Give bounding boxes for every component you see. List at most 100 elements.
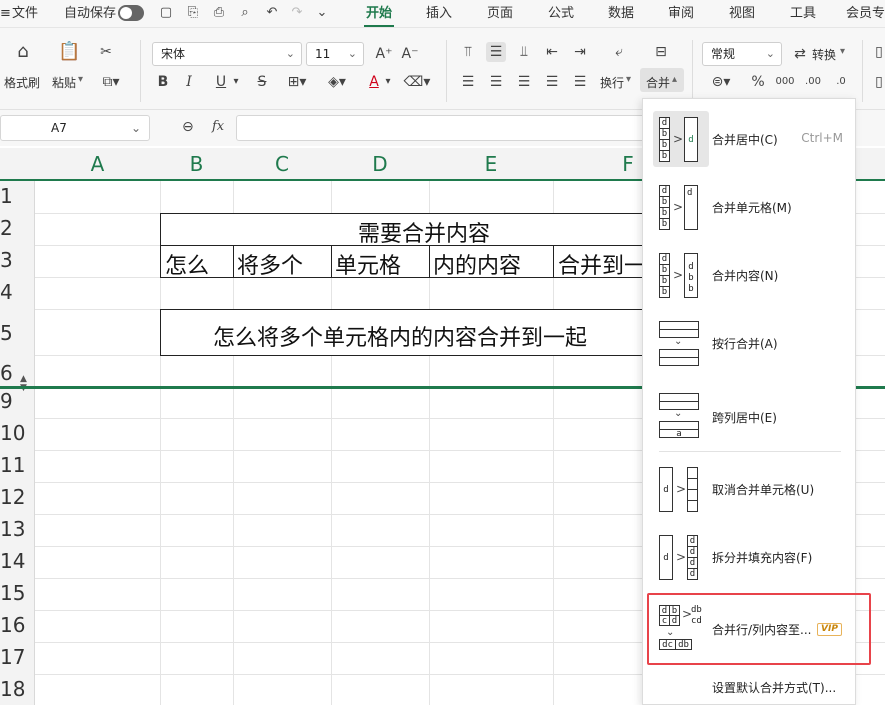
more-chevron-icon[interactable]: ⌄: [312, 3, 332, 23]
save-icon[interactable]: ▢: [156, 3, 176, 23]
column-header-d[interactable]: D: [331, 148, 429, 179]
menu-item-center-across[interactable]: ⌄ a 跨列居中(E): [643, 389, 857, 445]
tab-member[interactable]: 会员专: [846, 0, 885, 28]
row-header-1[interactable]: 1: [0, 184, 35, 208]
tab-view[interactable]: 视图: [729, 0, 755, 28]
column-header-b[interactable]: B: [160, 148, 233, 179]
underline-button[interactable]: U: [212, 72, 230, 92]
tab-review[interactable]: 审阅: [668, 0, 694, 28]
tab-formula[interactable]: 公式: [548, 0, 574, 28]
tab-home[interactable]: 开始: [363, 0, 395, 28]
justify-icon[interactable]: ☰: [542, 72, 562, 92]
menu-item-merge-center[interactable]: d b b b > d 合并居中(C) Ctrl+M: [643, 111, 857, 167]
menu-item-set-default-merge[interactable]: 设置默认合并方式(T)...: [643, 673, 857, 699]
autosave-toggle[interactable]: [118, 5, 144, 21]
tab-tools[interactable]: 工具: [790, 0, 816, 28]
row-header-3[interactable]: 3: [0, 248, 35, 272]
border-icon[interactable]: ⊞▾: [282, 72, 312, 92]
bold-button[interactable]: B: [154, 72, 172, 92]
row-header-13[interactable]: 13: [0, 517, 35, 541]
column-header-e[interactable]: E: [429, 148, 553, 179]
name-box[interactable]: A7 ⌄: [0, 115, 150, 141]
fx-icon[interactable]: fx: [212, 119, 224, 134]
menu-item-split-fill[interactable]: d > d d d d 拆分并填充内容(F): [643, 529, 857, 585]
font-color-icon[interactable]: A: [364, 72, 384, 92]
tab-data[interactable]: 数据: [608, 0, 634, 28]
font-name-select[interactable]: 宋体 ⌄: [152, 42, 302, 66]
decrease-font-icon[interactable]: A⁻: [400, 44, 420, 64]
cell-d3[interactable]: 单元格: [335, 248, 401, 280]
chevron-down-icon[interactable]: ▾: [230, 72, 242, 92]
wrap-text-button[interactable]: 换行: [600, 74, 624, 91]
format-painter-icon[interactable]: ⌂: [12, 42, 34, 62]
print-preview-icon[interactable]: ⌕: [235, 3, 255, 23]
more-icon[interactable]: ▯: [872, 72, 885, 92]
column-header-a[interactable]: A: [35, 148, 160, 179]
cell-e3[interactable]: 内的内容: [433, 248, 521, 280]
menu-icon[interactable]: ≡: [0, 0, 11, 28]
formula-input[interactable]: [236, 115, 650, 141]
cut-icon[interactable]: ✂: [96, 42, 116, 62]
cell-b5-merged[interactable]: 怎么将多个单元格内的内容合并到一起: [213, 320, 587, 352]
column-header-c[interactable]: C: [233, 148, 331, 179]
italic-button[interactable]: I: [180, 72, 198, 92]
wrap-text-icon[interactable]: ⤶: [608, 42, 630, 62]
paste-icon[interactable]: 📋: [58, 42, 80, 62]
zoom-icon[interactable]: ⊖: [182, 119, 194, 135]
chevron-down-icon[interactable]: ▾: [840, 46, 845, 57]
row-header-9[interactable]: 9: [0, 389, 35, 413]
select-all-corner[interactable]: [0, 148, 35, 179]
decrease-decimal-icon[interactable]: .0: [830, 72, 852, 92]
align-bottom-icon[interactable]: ⫫: [514, 42, 534, 62]
file-menu[interactable]: 文件: [12, 0, 38, 28]
row-header-11[interactable]: 11: [0, 453, 35, 477]
increase-font-icon[interactable]: A⁺: [374, 44, 394, 64]
align-top-icon[interactable]: ⫪: [458, 42, 478, 62]
undo-icon[interactable]: ↶: [262, 3, 282, 23]
tab-insert[interactable]: 插入: [426, 0, 452, 28]
more-icon[interactable]: ▯: [872, 42, 885, 62]
cell-b2-merged[interactable]: 需要合并内容: [358, 216, 490, 248]
format-painter-button[interactable]: 格式刷: [4, 74, 40, 91]
align-right-icon[interactable]: ☰: [514, 72, 534, 92]
strikethrough-icon[interactable]: S: [252, 72, 272, 92]
indent-decrease-icon[interactable]: ⇤: [542, 42, 562, 62]
unhide-rows-icon[interactable]: ▲▼: [20, 375, 27, 393]
thousands-icon[interactable]: 000: [774, 72, 796, 92]
convert-button[interactable]: 转换: [812, 46, 836, 63]
row-header-14[interactable]: 14: [0, 549, 35, 573]
row-header-17[interactable]: 17: [0, 645, 35, 669]
row-header-15[interactable]: 15: [0, 581, 35, 605]
row-header-18[interactable]: 18: [0, 677, 35, 701]
row-header-16[interactable]: 16: [0, 613, 35, 637]
menu-item-merge-cells[interactable]: d b b b > d 合并单元格(M): [643, 179, 857, 235]
clear-format-icon[interactable]: ⌫▾: [402, 72, 432, 92]
row-header-12[interactable]: 12: [0, 485, 35, 509]
distribute-icon[interactable]: ☰: [570, 72, 590, 92]
merge-icon[interactable]: ⊟: [650, 42, 672, 62]
merge-button[interactable]: 合并: [646, 74, 670, 91]
menu-item-unmerge[interactable]: d > 取消合并单元格(U): [643, 461, 857, 517]
cell-b3[interactable]: 怎么: [165, 248, 209, 280]
cell-f3[interactable]: 合并到一: [558, 248, 646, 280]
print-icon[interactable]: ⎙: [209, 3, 229, 23]
redo-icon[interactable]: ↷: [287, 3, 307, 23]
percent-button[interactable]: %: [748, 72, 768, 92]
paste-button[interactable]: 粘贴: [52, 74, 76, 91]
row-header-2[interactable]: 2: [0, 216, 35, 240]
row-header-10[interactable]: 10: [0, 421, 35, 445]
row-header-6[interactable]: 6: [0, 361, 35, 385]
copy-icon[interactable]: ⧉▾: [96, 72, 126, 92]
chevron-down-icon[interactable]: ▾: [382, 72, 394, 92]
font-size-select[interactable]: 11 ⌄: [306, 42, 364, 66]
increase-decimal-icon[interactable]: .00: [802, 72, 824, 92]
tab-page[interactable]: 页面: [487, 0, 513, 28]
chevron-up-icon[interactable]: ▴: [672, 74, 677, 85]
cell-c3[interactable]: 将多个: [237, 248, 303, 280]
indent-increase-icon[interactable]: ⇥: [570, 42, 590, 62]
currency-icon[interactable]: ⊜▾: [706, 72, 736, 92]
fill-color-icon[interactable]: ◈▾: [322, 72, 352, 92]
menu-item-merge-by-row[interactable]: ⌄ 按行合并(A): [643, 315, 857, 371]
row-header-4[interactable]: 4: [0, 280, 35, 304]
export-pdf-icon[interactable]: ⎘: [183, 3, 203, 23]
